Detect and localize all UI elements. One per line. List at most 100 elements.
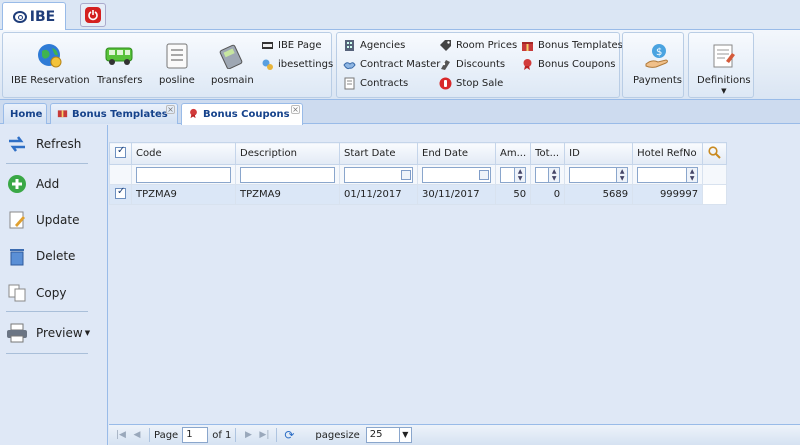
room-prices-button[interactable]: Room Prices [439,39,517,52]
column-header-hotel-refno[interactable]: Hotel RefNo [632,142,704,165]
contracts-button[interactable]: Contracts [343,77,408,90]
add-button[interactable]: Add [6,173,59,195]
posmain-button[interactable]: posmain [211,41,254,86]
bonus-templates-button[interactable]: Bonus Templates [521,39,623,52]
filter-total-input[interactable]: ▲ ▼ [535,166,561,183]
tab-bonus-coupons[interactable]: Bonus Coupons × [181,103,303,125]
calendar-icon[interactable] [401,169,411,180]
cell-empty [702,184,728,205]
filter-search-header[interactable] [702,142,728,165]
refresh-button[interactable]: Refresh [6,133,81,155]
update-label: Update [36,213,80,227]
column-header-id[interactable]: ID [564,142,634,165]
refresh-icon [6,133,28,155]
table-row[interactable]: TPZMA9 TPZMA9 01/11/2017 30/11/2017 50 0… [109,184,728,205]
filter-id-input[interactable]: ▲ ▼ [569,166,629,183]
divider [276,428,278,442]
first-page-icon[interactable]: |◀ [113,428,129,442]
ibesettings-button[interactable]: ibesettings [261,58,333,71]
next-page-icon[interactable]: ▶ [240,428,256,442]
contract-master-button[interactable]: Contract Master [343,58,440,71]
globe-icon [35,41,65,71]
preview-button[interactable]: Preview ▼ [6,322,90,344]
search-icon[interactable] [708,145,721,162]
copy-button[interactable]: Copy [6,282,66,304]
filter-amount[interactable]: ▲ ▼ [494,164,532,185]
tab-bonus-templates[interactable]: Bonus Templates × [50,103,178,124]
close-icon[interactable]: × [291,105,300,114]
refresh-icon[interactable]: ⟳ [281,428,297,442]
logout-button[interactable] [80,3,106,27]
ibe-reservation-button[interactable]: IBE Reservation [11,41,90,86]
filter-description[interactable] [235,164,340,185]
add-label: Add [36,177,60,191]
app-tab-ibe[interactable]: IBE [2,2,66,30]
column-header-code[interactable]: Code [131,142,236,165]
filter-amount-input[interactable]: ▲ ▼ [500,166,527,183]
filter-end-date-input[interactable] [422,166,491,183]
discounts-button[interactable]: Discounts [439,58,505,71]
agencies-button[interactable]: Agencies [343,39,405,52]
room-prices-label: Room Prices [456,40,518,51]
posline-label: posline [159,75,195,86]
row-checkbox[interactable] [115,186,126,199]
ibesettings-label: ibesettings [278,59,334,70]
cell-end-date: 30/11/2017 [417,184,496,205]
filter-description-input[interactable] [240,166,335,183]
money-hand-icon: $ [643,41,673,71]
close-icon[interactable]: × [166,105,175,114]
last-page-icon[interactable]: ▶| [256,428,272,442]
page-number-input[interactable]: 1 [182,427,209,443]
tab-home[interactable]: Home [3,103,47,124]
column-header-end-date[interactable]: End Date [417,142,496,165]
discounts-label: Discounts [456,59,506,70]
spinner-icon[interactable]: ▲ ▼ [514,167,526,182]
payments-button[interactable]: $ Payments [633,41,682,86]
filter-cell-empty [109,164,132,185]
transfers-label: Transfers [97,75,143,86]
chevron-down-icon[interactable]: ▼ [398,428,411,442]
stop-icon [439,77,452,90]
definitions-button[interactable]: Definitions ▼ [697,41,751,95]
divider [235,428,237,442]
spinner-icon[interactable]: ▲ ▼ [686,167,698,182]
filter-code[interactable] [131,164,236,185]
pagesize-select[interactable]: 25 ▼ [365,427,412,443]
filter-start-date[interactable] [339,164,418,185]
edit-icon [6,209,28,231]
posline-button[interactable]: posline [159,41,195,86]
column-header-description[interactable]: Description [235,142,340,165]
calendar-icon[interactable] [479,169,489,180]
column-header-amount[interactable]: Am... [494,142,532,165]
spinner-icon[interactable]: ▲ ▼ [548,167,560,182]
transfers-button[interactable]: Transfers [97,41,142,86]
prev-page-icon[interactable]: ◀ [129,428,145,442]
power-icon [85,7,101,23]
filter-hotel-refno[interactable]: ▲ ▼ [632,164,704,185]
select-all-checkbox[interactable] [115,145,126,158]
price-tag-icon [439,39,452,52]
filter-total[interactable]: ▲ ▼ [530,164,566,185]
cell-code: TPZMA9 [131,184,236,205]
update-button[interactable]: Update [6,209,79,231]
filter-start-date-input[interactable] [344,166,413,183]
grid-panel: Code Description Start Date End Date Am.… [109,125,800,424]
row-checkbox-cell[interactable] [109,184,132,205]
filter-end-date[interactable] [417,164,496,185]
column-header-start-date[interactable]: Start Date [339,142,418,165]
filter-hotel-refno-input[interactable]: ▲ ▼ [637,166,699,183]
column-header-total[interactable]: Tot... [530,142,566,165]
definitions-label: Definitions [697,75,751,86]
page-label: Page [154,429,179,441]
ibe-page-button[interactable]: IBE Page [261,39,322,52]
select-all-checkbox-cell[interactable] [109,142,132,165]
stop-sale-button[interactable]: Stop Sale [439,77,503,90]
filter-code-input[interactable] [136,166,231,183]
pagesize-value: 25 [369,429,383,440]
handshake-icon [343,58,356,71]
spinner-icon[interactable]: ▲ ▼ [616,167,628,182]
bonus-coupons-button[interactable]: Bonus Coupons [521,58,616,71]
delete-button[interactable]: Delete [6,245,75,267]
filter-id[interactable]: ▲ ▼ [564,164,634,185]
stop-sale-label: Stop Sale [456,78,504,89]
